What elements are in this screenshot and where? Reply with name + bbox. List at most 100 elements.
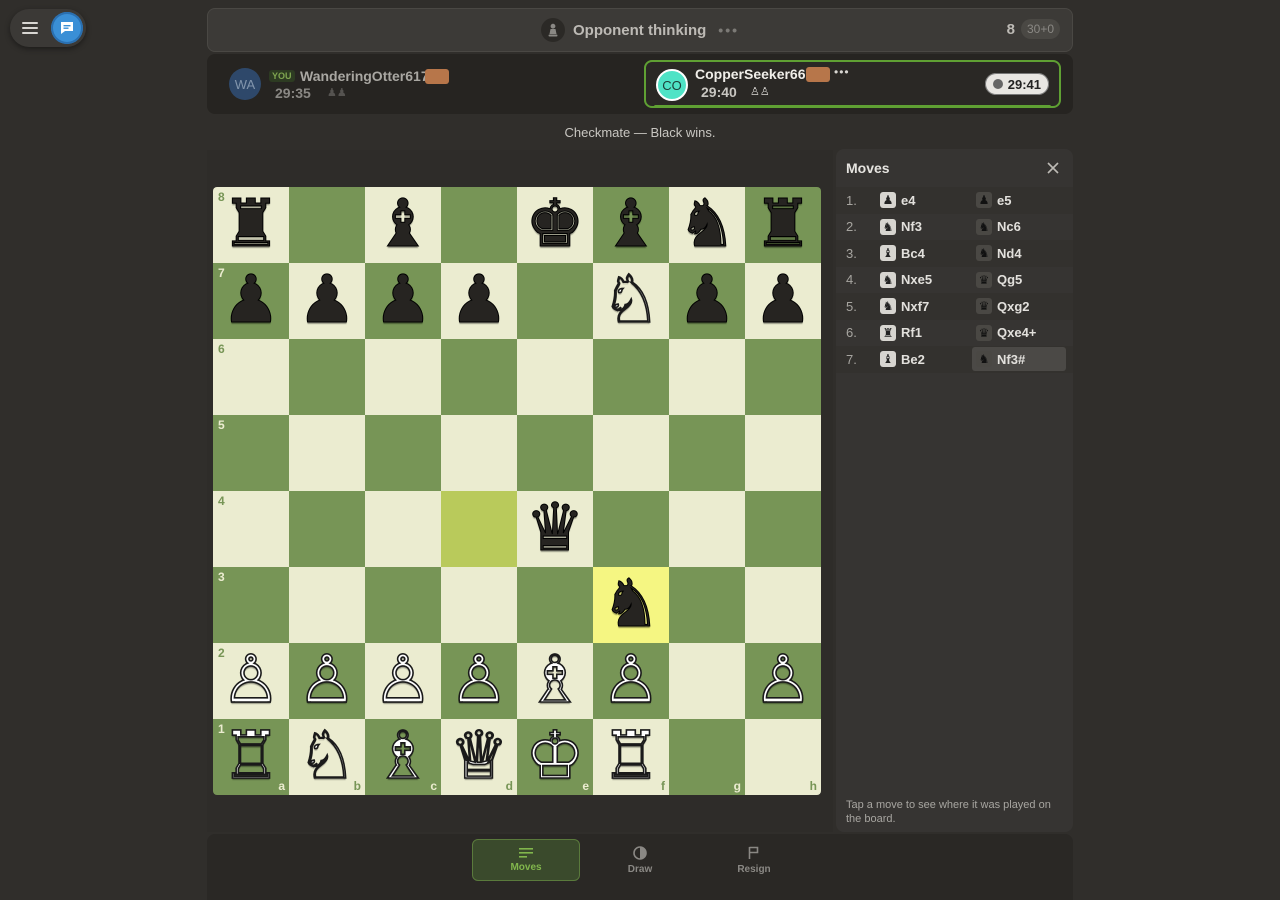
black-piece[interactable]: ♜ xyxy=(221,190,281,257)
square-c3[interactable] xyxy=(365,567,441,643)
square-e4[interactable]: ♛ xyxy=(517,491,593,567)
white-piece[interactable]: ♙ xyxy=(221,646,282,714)
tab-moves[interactable]: Moves xyxy=(472,839,580,881)
square-b4[interactable] xyxy=(289,491,365,567)
square-f3[interactable]: ♞ xyxy=(593,567,669,643)
white-piece[interactable]: ♙ xyxy=(297,646,358,714)
white-piece[interactable]: ♗ xyxy=(373,722,434,790)
black-piece[interactable]: ♟ xyxy=(221,266,281,333)
square-d5[interactable] xyxy=(441,415,517,491)
square-a5[interactable]: 5 xyxy=(213,415,289,491)
square-d7[interactable]: ♟ xyxy=(441,263,517,339)
square-h1[interactable]: h xyxy=(745,719,821,795)
square-e7[interactable] xyxy=(517,263,593,339)
avatar[interactable]: CO xyxy=(656,69,688,101)
black-piece[interactable]: ♚ xyxy=(525,190,585,257)
square-a7[interactable]: 7 ♟ xyxy=(213,263,289,339)
square-f8[interactable]: ♝ xyxy=(593,187,669,263)
chess-board[interactable]: 8 ♜ ♝ ♚ ♝ ♞ ♜ 7 ♟ ♟ ♟ ♟ ♘ ♟ ♟ 6 5 4 ♛ 3 ♞ 2 ♙ ♙ ♙ ♙ ♗ ♙ ♙ 1 a ♖ b ♘ c ♗ d ♕ e ♔… xyxy=(213,187,821,795)
square-h7[interactable]: ♟ xyxy=(745,263,821,339)
black-move[interactable]: ♞ Nf3# xyxy=(972,347,1066,372)
square-a1[interactable]: 1 a ♖ xyxy=(213,719,289,795)
avatar[interactable]: WA xyxy=(229,68,261,100)
square-e2[interactable]: ♗ xyxy=(517,643,593,719)
square-c4[interactable] xyxy=(365,491,441,567)
square-h3[interactable] xyxy=(745,567,821,643)
black-piece[interactable]: ♟ xyxy=(297,266,357,333)
square-a2[interactable]: 2 ♙ xyxy=(213,643,289,719)
black-move[interactable]: ♛ Qg5 xyxy=(972,268,1066,292)
square-c2[interactable]: ♙ xyxy=(365,643,441,719)
square-d6[interactable] xyxy=(441,339,517,415)
square-f7[interactable]: ♘ xyxy=(593,263,669,339)
black-piece[interactable]: ♟ xyxy=(677,266,737,333)
white-piece[interactable]: ♖ xyxy=(221,722,282,790)
black-piece[interactable]: ♛ xyxy=(525,494,585,561)
square-c7[interactable]: ♟ xyxy=(365,263,441,339)
square-c5[interactable] xyxy=(365,415,441,491)
square-a3[interactable]: 3 xyxy=(213,567,289,643)
tab-draw[interactable]: Draw xyxy=(586,839,694,881)
close-icon[interactable] xyxy=(1043,158,1063,178)
square-b3[interactable] xyxy=(289,567,365,643)
black-move[interactable]: ♞ Nd4 xyxy=(972,241,1066,265)
white-move[interactable]: ♝ Bc4 xyxy=(876,241,970,265)
black-move[interactable]: ♞ Nc6 xyxy=(972,215,1066,239)
square-d1[interactable]: d ♕ xyxy=(441,719,517,795)
square-g7[interactable]: ♟ xyxy=(669,263,745,339)
white-move[interactable]: ♞ Nf3 xyxy=(876,215,970,239)
square-e1[interactable]: e ♔ xyxy=(517,719,593,795)
square-b5[interactable] xyxy=(289,415,365,491)
square-e3[interactable] xyxy=(517,567,593,643)
square-g3[interactable] xyxy=(669,567,745,643)
square-f6[interactable] xyxy=(593,339,669,415)
square-h4[interactable] xyxy=(745,491,821,567)
square-g4[interactable] xyxy=(669,491,745,567)
square-f1[interactable]: f ♖ xyxy=(593,719,669,795)
square-b7[interactable]: ♟ xyxy=(289,263,365,339)
white-move[interactable]: ♞ Nxf7 xyxy=(876,294,970,318)
white-piece[interactable]: ♔ xyxy=(525,722,586,790)
black-piece[interactable]: ♞ xyxy=(601,570,661,637)
white-piece[interactable]: ♖ xyxy=(601,722,662,790)
square-d2[interactable]: ♙ xyxy=(441,643,517,719)
black-piece[interactable]: ♝ xyxy=(373,190,433,257)
player-name[interactable]: WanderingOtter617 xyxy=(300,68,429,84)
white-piece[interactable]: ♙ xyxy=(373,646,434,714)
square-h5[interactable] xyxy=(745,415,821,491)
square-f4[interactable] xyxy=(593,491,669,567)
black-move[interactable]: ♟ e5 xyxy=(972,188,1066,212)
square-a4[interactable]: 4 xyxy=(213,491,289,567)
square-b2[interactable]: ♙ xyxy=(289,643,365,719)
square-c1[interactable]: c ♗ xyxy=(365,719,441,795)
square-b6[interactable] xyxy=(289,339,365,415)
white-piece[interactable]: ♘ xyxy=(601,266,662,334)
square-h6[interactable] xyxy=(745,339,821,415)
tab-resign[interactable]: Resign xyxy=(700,839,808,881)
square-c6[interactable] xyxy=(365,339,441,415)
square-c8[interactable]: ♝ xyxy=(365,187,441,263)
black-piece[interactable]: ♟ xyxy=(753,266,813,333)
square-d3[interactable] xyxy=(441,567,517,643)
black-piece[interactable]: ♟ xyxy=(373,266,433,333)
white-move[interactable]: ♞ Nxe5 xyxy=(876,268,970,292)
square-b1[interactable]: b ♘ xyxy=(289,719,365,795)
square-f2[interactable]: ♙ xyxy=(593,643,669,719)
square-d4[interactable] xyxy=(441,491,517,567)
player-name[interactable]: CopperSeeker661 xyxy=(695,66,813,82)
white-piece[interactable]: ♙ xyxy=(449,646,510,714)
white-piece[interactable]: ♕ xyxy=(449,722,510,790)
square-h8[interactable]: ♜ xyxy=(745,187,821,263)
square-b8[interactable] xyxy=(289,187,365,263)
square-g1[interactable]: g xyxy=(669,719,745,795)
square-e5[interactable] xyxy=(517,415,593,491)
white-piece[interactable]: ♙ xyxy=(753,646,814,714)
square-a8[interactable]: 8 ♜ xyxy=(213,187,289,263)
white-piece[interactable]: ♙ xyxy=(601,646,662,714)
square-h2[interactable]: ♙ xyxy=(745,643,821,719)
black-move[interactable]: ♛ Qxg2 xyxy=(972,294,1066,318)
white-move[interactable]: ♜ Rf1 xyxy=(876,321,970,345)
black-piece[interactable]: ♞ xyxy=(677,190,737,257)
chat-button[interactable] xyxy=(51,12,83,44)
white-piece[interactable]: ♘ xyxy=(297,722,358,790)
